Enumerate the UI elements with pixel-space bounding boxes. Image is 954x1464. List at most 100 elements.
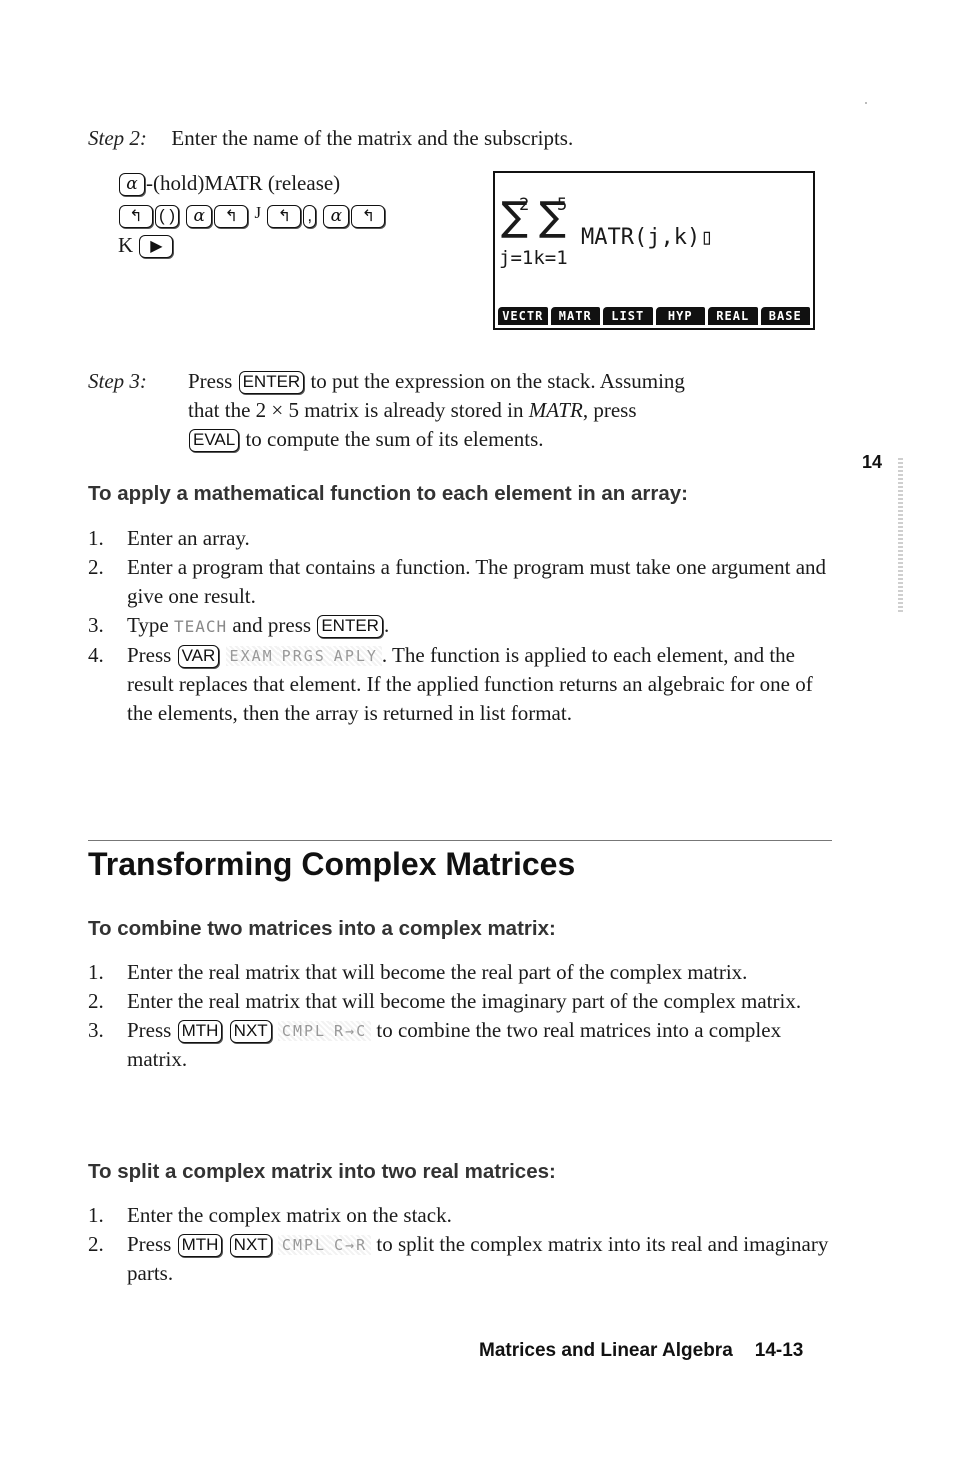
lower-limits: j=1k=1 [499,247,568,269]
list-item: 2. Press MTH NXT CMPL C→R to split the com… [88,1230,833,1288]
item-number: 2. [88,555,104,579]
step3-text-1: to put the expression on the stack. Assu… [310,369,685,393]
softkey-c-to-r[interactable]: C→R [330,1235,372,1255]
enter-key[interactable]: ENTER [238,371,305,394]
page-footer: Matrices and Linear Algebra 14-13 [479,1340,803,1362]
softkey-r-to-c[interactable]: R→C [330,1021,372,1041]
eval-key[interactable]: EVAL [189,429,240,452]
list-item: 3. Type TEACH and press ENTER. [88,611,833,641]
step2-keystrokes: α -(hold)MATR (release) ↰( ) α ↰ J ↰, α ↰ K… [118,168,386,260]
press-text: Press [127,1018,172,1042]
sum-expression: MATR(j,k)▯ [581,225,714,250]
menu-key-hyp[interactable]: HYP [655,307,705,325]
sigma-icon: ∑ [501,194,528,240]
parentheses-key[interactable]: ( ) [155,205,180,228]
step3-text-3: to compute the sum of its elements. [245,427,544,451]
matr-variable: MATR [528,398,583,422]
item-number: 3. [88,613,104,637]
item-number: 2. [88,989,104,1013]
step2-line: Step 2: Enter the name of the matrix and… [88,124,573,153]
nxt-key[interactable]: NXT [229,1234,272,1257]
step3-text-2b: , press [582,398,637,422]
item-text: Enter an array. [127,526,250,550]
item-text: Enter a program that contains a function… [127,555,827,608]
list-item: 1. Enter the real matrix that will become… [88,958,833,987]
calculator-screen: 2 5 ∑ ∑ MATR(j,k)▯ j=1k=1 VECTR MATR LIS… [493,171,815,330]
list-item: 4. Press VAR EXAM PRGS APLY. The function i… [88,641,833,728]
enter-key[interactable]: ENTER [317,615,383,638]
item-text: and press [232,613,312,637]
menu-key-real[interactable]: REAL [708,307,758,325]
list-item: 3. Press MTH NXT CMPL R→C to combine the t… [88,1016,833,1074]
softkey-prgs[interactable]: PRGS [277,646,330,666]
scan-speck [865,102,867,104]
step3-block: Step 3: Press ENTER to put the expressio… [88,367,828,454]
press-text: Press [127,1232,172,1256]
type-text: Type [127,613,169,637]
item-text: Enter the complex matrix on the stack. [127,1203,452,1227]
menu-key-matr[interactable]: MATR [550,307,600,325]
var-key[interactable]: VAR [177,645,220,668]
period: . [383,613,390,637]
list-item: 2. Enter the real matrix that will become… [88,987,833,1016]
press-text: Press [188,369,233,393]
softkey-menu: VECTR MATR LIST HYP REAL BASE [498,307,810,325]
softkey-cmpl[interactable]: CMPL [277,1235,331,1255]
split-steps: 1. Enter the complex matrix on the stack.… [88,1201,833,1288]
item-number: 1. [88,526,104,550]
item-text: Enter the real matrix that will become t… [127,989,802,1013]
menu-key-vectr[interactable]: VECTR [498,307,548,325]
hold-matr-text: -(hold)MATR (release) [146,171,341,195]
item-number: 1. [88,1203,104,1227]
keystroke-line-2: ↰( ) α ↰ J ↰, α ↰ [118,198,386,230]
left-shift-key[interactable]: ↰ [267,205,302,228]
section-divider [88,840,832,841]
list-item: 1. Enter an array. [88,524,833,553]
teach-command: TEACH [173,617,228,636]
step2-text: Enter the name of the matrix and the sub… [171,126,574,150]
split-heading: To split a complex matrix into two real … [88,1160,556,1183]
list-item: 2. Enter a program that contains a functi… [88,553,833,611]
list-item: 1. Enter the complex matrix on the stack. [88,1201,833,1230]
chapter-tab: 14 [862,452,883,472]
softkey-aply[interactable]: APLY [329,646,382,666]
step3-body: Press ENTER to put the expression on the… [188,367,828,454]
keystroke-line-1: α -(hold)MATR (release) [118,168,386,198]
press-text: Press [127,643,172,667]
mth-key[interactable]: MTH [177,1020,223,1043]
sigma-icon: ∑ [539,194,566,240]
item-number: 2. [88,1232,104,1256]
thumb-index-strip [898,458,903,613]
left-shift-key[interactable]: ↰ [351,205,386,228]
apply-steps: 1. Enter an array. 2. Enter a program that… [88,524,833,728]
letter-k: K [118,233,134,257]
softkey-exam[interactable]: EXAM [225,646,278,666]
step3-text-2a: that the 2 × 5 matrix is already stored … [188,398,524,422]
keystroke-line-3: K ▶ [118,230,386,260]
left-shift-key[interactable]: ↰ [214,205,249,228]
mth-key[interactable]: MTH [177,1234,223,1257]
alpha-key[interactable]: α [323,205,350,228]
item-number: 3. [88,1018,104,1042]
alpha-key[interactable]: α [119,173,145,196]
step2-label: Step 2: [88,126,147,150]
apply-heading: To apply a mathematical function to each… [88,482,688,505]
combine-heading: To combine two matrices into a complex m… [88,917,556,940]
item-number: 1. [88,960,104,984]
alpha-key[interactable]: α [186,205,213,228]
combine-steps: 1. Enter the real matrix that will become… [88,958,833,1074]
footer-title: Matrices and Linear Algebra [479,1340,733,1361]
comma-key[interactable]: , [303,205,317,228]
page-number: 14-13 [754,1340,804,1361]
item-text: Enter the real matrix that will become t… [127,960,748,984]
nxt-key[interactable]: NXT [229,1020,272,1043]
menu-key-base[interactable]: BASE [760,307,810,325]
item-text: to combine the two real matrices into a … [127,1018,782,1071]
right-arrow-key[interactable]: ▶ [139,235,174,258]
item-number: 4. [88,643,104,667]
menu-key-list[interactable]: LIST [603,307,653,325]
section-title: Transforming Complex Matrices [88,846,576,882]
softkey-cmpl[interactable]: CMPL [277,1021,331,1041]
left-shift-key[interactable]: ↰ [119,205,153,228]
letter-j: J [254,203,262,222]
